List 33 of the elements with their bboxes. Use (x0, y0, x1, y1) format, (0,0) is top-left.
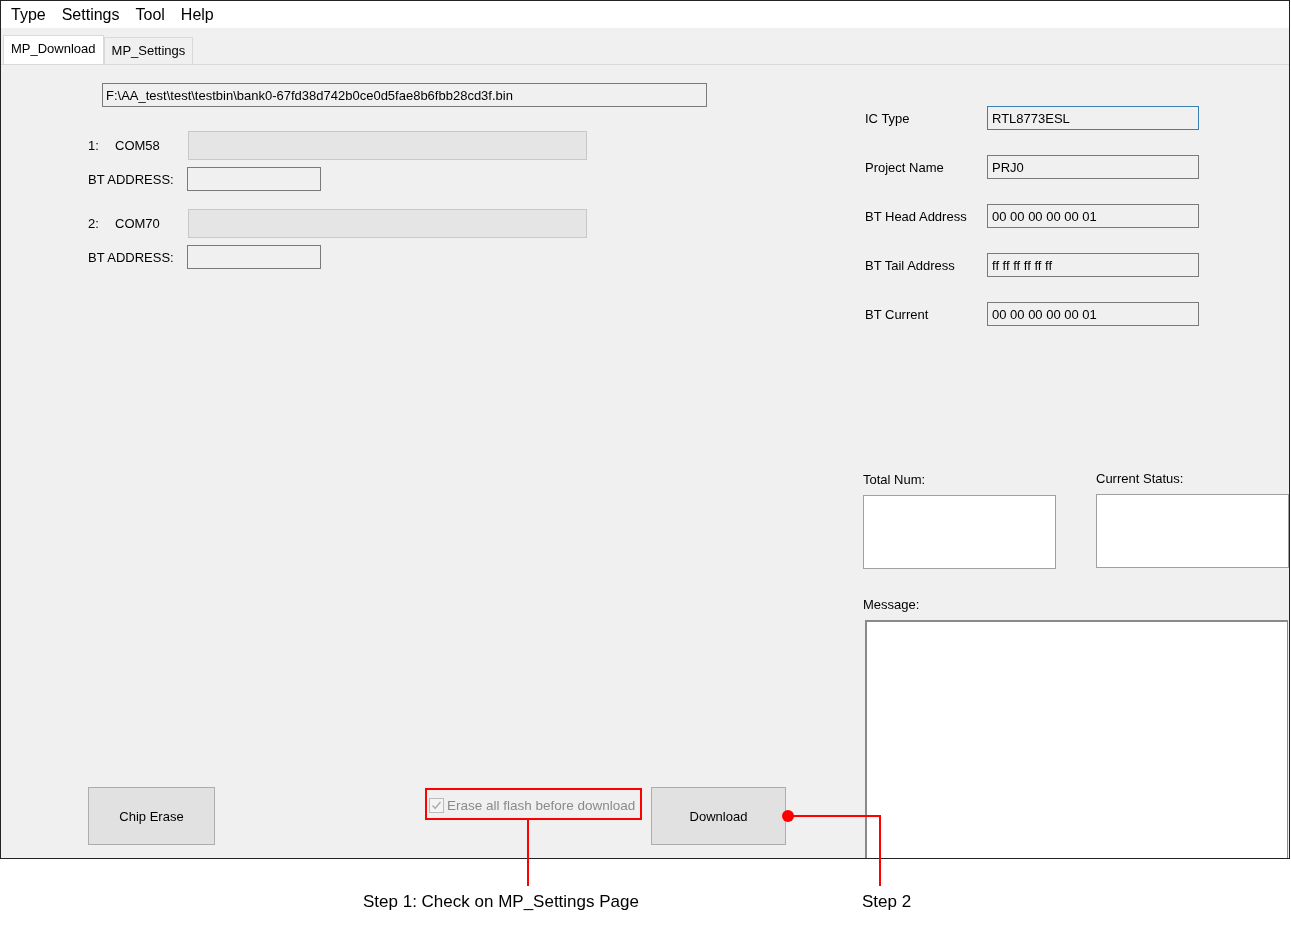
port-name: COM70 (115, 216, 161, 231)
port-index: 1: (88, 138, 100, 153)
port-index: 2: (88, 216, 100, 231)
annotation-text: Step 2 (862, 892, 912, 912)
menu-item[interactable]: Tool (128, 5, 172, 24)
bt-address-label: BT ADDRESS: (88, 249, 175, 265)
tab[interactable]: MP_Settings (103, 37, 194, 64)
leader-line (527, 819, 529, 887)
field-label: Project Name (865, 159, 945, 175)
text-field[interactable]: 00 00 00 00 00 01 (987, 302, 1199, 326)
menu-item[interactable]: Settings (54, 5, 127, 24)
text-field[interactable]: ff ff ff ff ff ff (987, 253, 1199, 277)
text-field[interactable]: 00 00 00 00 00 01 (987, 204, 1199, 228)
bt-address-label: BT ADDRESS: (88, 171, 175, 187)
field-label: BT Head Address (865, 208, 968, 224)
message-label: Message: (863, 597, 921, 612)
text-field[interactable]: PRJ0 (987, 155, 1199, 179)
bt-address-field[interactable] (187, 245, 321, 269)
file-path-field[interactable]: F:\AA_test\test\testbin\bank0-67fd38d742b0ce0d5fae8b6fbb28cd3f.bin (102, 83, 707, 107)
annotation-text: Step 1: Check on MP_Settings Page (363, 892, 639, 912)
bt-address-field[interactable] (187, 167, 321, 191)
counter-label: Current Status: (1096, 471, 1185, 486)
field-label: BT Tail Address (865, 257, 956, 273)
menu-item[interactable]: Type (4, 5, 53, 24)
menu-item[interactable]: Help (173, 5, 221, 24)
port-name: COM58 (115, 138, 161, 153)
field-label: BT Current (865, 306, 930, 322)
counter-label: Total Num: (863, 472, 927, 487)
text-field[interactable]: RTL8773ESL (987, 106, 1199, 130)
field-label: IC Type (865, 110, 911, 126)
chip-erase-button[interactable]: Chip Erase (88, 787, 215, 845)
download-button[interactable]: Download (651, 787, 786, 845)
tab[interactable]: MP_Download (3, 35, 104, 64)
